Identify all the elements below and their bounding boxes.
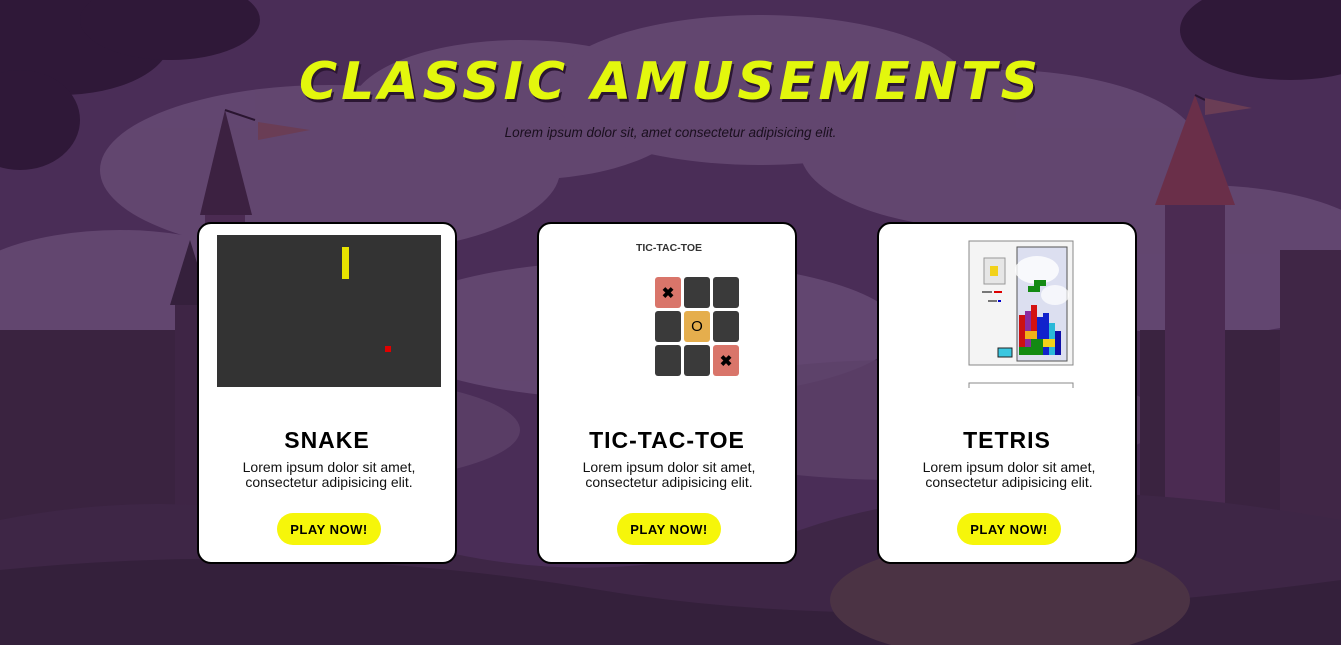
game-title: TETRIS — [963, 427, 1051, 453]
board-cell — [684, 277, 710, 308]
board-cell: O — [684, 311, 710, 342]
game-card-snake: SNAKE Lorem ipsum dolor sit amet, consec… — [197, 222, 457, 564]
game-description: Lorem ipsum dolor sit amet, consectetur … — [242, 459, 416, 490]
play-snake-button[interactable]: PLAY NOW! — [277, 513, 381, 545]
snake-preview-image — [217, 235, 441, 388]
page-subtitle: Lorem ipsum dolor sit, amet consectetur … — [504, 125, 837, 140]
board-cell — [655, 345, 681, 376]
board-cell — [655, 311, 681, 342]
board-cell — [684, 345, 710, 376]
game-card-tetris: TETRIS Lorem ipsum dolor sit amet, conse… — [877, 222, 1137, 564]
game-title: TIC-TAC-TOE — [589, 427, 745, 453]
board-cell — [713, 277, 739, 308]
game-title: SNAKE — [284, 427, 370, 453]
play-tetris-button[interactable]: PLAY NOW! — [957, 513, 1061, 545]
game-description: Lorem ipsum dolor sit amet, consectetur … — [922, 459, 1096, 490]
game-description: Lorem ipsum dolor sit amet, consectetur … — [582, 459, 756, 490]
play-tic-tac-toe-button[interactable]: PLAY NOW! — [617, 513, 721, 545]
tetris-preview-image — [897, 235, 1121, 388]
game-card-tic-tac-toe: TIC-TAC-TOE ✖ O ✖ TIC-TAC-TOE Lorem ipsu… — [537, 222, 797, 564]
board-cell: ✖ — [713, 345, 739, 376]
tic-tac-toe-preview-image: TIC-TAC-TOE ✖ O ✖ — [557, 235, 781, 388]
board-cell — [713, 311, 739, 342]
page-title: CLASSIC AMUSEMENTS — [298, 52, 1043, 112]
preview-title: TIC-TAC-TOE — [635, 242, 703, 254]
board-cell: ✖ — [655, 277, 681, 308]
